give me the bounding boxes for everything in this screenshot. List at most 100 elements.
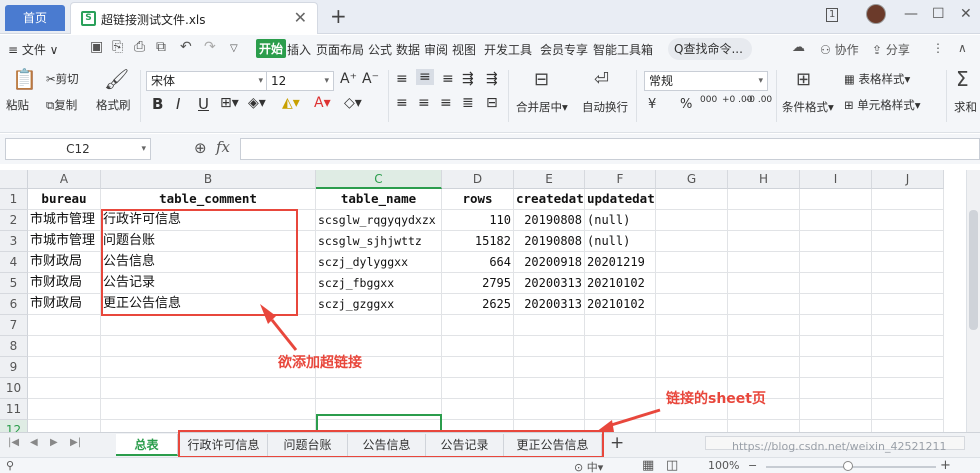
last-sheet-icon[interactable]: ▶| xyxy=(70,437,81,448)
merge-center-button[interactable]: 合并居中▾ xyxy=(516,99,568,115)
grid-cell[interactable] xyxy=(728,231,800,252)
grid-cell[interactable] xyxy=(800,189,872,210)
zoom-slider-thumb[interactable] xyxy=(843,461,853,471)
italic-button[interactable]: I xyxy=(176,95,180,113)
zoom-formula-icon[interactable]: ⊕ xyxy=(194,139,207,157)
grid-cell[interactable] xyxy=(585,399,656,420)
grid-cell[interactable] xyxy=(316,378,442,399)
data-cell[interactable]: 110 xyxy=(442,210,514,231)
data-cell[interactable]: 664 xyxy=(442,252,514,273)
grid-cell[interactable] xyxy=(28,357,101,378)
page-indicator[interactable]: 1 xyxy=(826,8,839,22)
export-pdf-icon[interactable]: ⎘ xyxy=(112,39,123,55)
row-header-2[interactable]: 2 xyxy=(0,210,28,231)
grid-cell[interactable] xyxy=(800,420,872,432)
grid-cell[interactable] xyxy=(728,420,800,432)
copy-button[interactable]: ⧉复制 xyxy=(46,97,77,113)
data-cell[interactable]: (null) xyxy=(585,231,656,252)
menu-formula[interactable]: 公式 xyxy=(368,41,392,58)
grid-cell[interactable] xyxy=(872,378,944,399)
column-header-h[interactable]: H xyxy=(728,170,800,189)
underline-button[interactable]: U xyxy=(198,95,209,113)
first-sheet-icon[interactable]: |◀ xyxy=(8,437,19,448)
grid-cell[interactable] xyxy=(101,399,316,420)
grid-cell[interactable] xyxy=(28,315,101,336)
grid-cell[interactable] xyxy=(728,315,800,336)
grid-cell[interactable] xyxy=(442,336,514,357)
cloud-sync-icon[interactable]: ☁ xyxy=(792,40,805,55)
menu-developer[interactable]: 开发工具 xyxy=(484,41,532,58)
grid-cell[interactable] xyxy=(800,399,872,420)
grid-cell[interactable] xyxy=(728,357,800,378)
grid-cell[interactable] xyxy=(585,357,656,378)
cut-button[interactable]: ✂剪切 xyxy=(46,71,79,87)
formula-input[interactable] xyxy=(240,138,980,160)
header-cell[interactable]: table_comment xyxy=(101,189,316,210)
sum-icon[interactable]: Σ xyxy=(956,67,969,91)
font-name-select[interactable]: 宋体 ▾ xyxy=(146,71,268,91)
decrease-decimal-button[interactable]: -0 .00 xyxy=(746,95,772,105)
grid-cell[interactable] xyxy=(872,294,944,315)
grid-cell[interactable] xyxy=(514,315,585,336)
grid-cell[interactable] xyxy=(872,357,944,378)
data-cell[interactable]: 20200918 xyxy=(514,252,585,273)
grid-cell[interactable] xyxy=(800,336,872,357)
column-header-i[interactable]: I xyxy=(800,170,872,189)
data-cell[interactable]: 20200313 xyxy=(514,273,585,294)
grid-cell[interactable] xyxy=(101,315,316,336)
grid-cell[interactable] xyxy=(514,399,585,420)
grid-cell[interactable] xyxy=(872,420,944,432)
grid-cell[interactable] xyxy=(872,315,944,336)
menu-smart-toolbox[interactable]: 智能工具箱 xyxy=(593,41,653,58)
data-cell[interactable]: sczj_dylyggxx xyxy=(316,252,442,273)
row-header-10[interactable]: 10 xyxy=(0,378,28,399)
menu-start[interactable]: 开始 xyxy=(256,39,287,58)
grid-cell[interactable] xyxy=(728,273,800,294)
grid-cell[interactable] xyxy=(442,399,514,420)
next-sheet-icon[interactable]: ▶ xyxy=(50,437,58,448)
thousands-button[interactable]: 000 xyxy=(700,95,717,105)
font-color-icon[interactable]: A▾ xyxy=(314,95,331,111)
align-top-icon[interactable]: ≡ xyxy=(396,71,408,87)
grid-cell[interactable] xyxy=(656,252,728,273)
grid-cell[interactable] xyxy=(442,357,514,378)
align-center-icon[interactable]: ≡ xyxy=(418,95,430,111)
wrap-text-button[interactable]: 自动换行 xyxy=(582,99,628,115)
grid-cell[interactable] xyxy=(872,189,944,210)
indent-icon[interactable]: ⇶ xyxy=(462,71,474,87)
maximize-button[interactable]: ☐ xyxy=(932,6,945,22)
more-menu-icon[interactable]: ⋮ xyxy=(932,41,944,55)
header-cell[interactable]: table_name xyxy=(316,189,442,210)
grid-cell[interactable] xyxy=(656,357,728,378)
grid-cell[interactable] xyxy=(28,399,101,420)
grid-cell[interactable] xyxy=(872,336,944,357)
menu-data[interactable]: 数据 xyxy=(396,41,420,58)
menu-insert[interactable]: 插入 xyxy=(287,41,311,58)
grid-cell[interactable] xyxy=(28,378,101,399)
currency-button[interactable]: ¥ xyxy=(648,97,656,112)
grid-cell[interactable] xyxy=(800,273,872,294)
data-cell[interactable]: sczj_fbggxx xyxy=(316,273,442,294)
column-header-c[interactable]: C xyxy=(316,170,442,189)
data-cell[interactable]: 20200313 xyxy=(514,294,585,315)
paste-button[interactable]: 粘贴 xyxy=(6,97,29,113)
column-header-j[interactable]: J xyxy=(872,170,944,189)
cell-style-button[interactable]: ⊞ 单元格样式▾ xyxy=(844,97,921,113)
row-header-3[interactable]: 3 xyxy=(0,231,28,252)
name-box[interactable]: C12 ▾ xyxy=(5,138,151,160)
grid-cell[interactable] xyxy=(800,378,872,399)
data-cell[interactable]: 2625 xyxy=(442,294,514,315)
grid-cell[interactable] xyxy=(800,252,872,273)
table-style-button[interactable]: ▦ 表格样式▾ xyxy=(844,71,910,87)
border-icon[interactable]: ⊞▾ xyxy=(220,95,239,111)
percent-button[interactable]: % xyxy=(680,97,692,112)
header-cell[interactable]: rows xyxy=(442,189,514,210)
grid-cell[interactable] xyxy=(728,210,800,231)
redo-icon[interactable]: ↷ xyxy=(204,39,216,55)
row-header-5[interactable]: 5 xyxy=(0,273,28,294)
data-cell[interactable]: scsglw_rqgyqydxzx xyxy=(316,210,442,231)
grid-cell[interactable] xyxy=(656,294,728,315)
grid-cell[interactable] xyxy=(656,210,728,231)
row-header-7[interactable]: 7 xyxy=(0,315,28,336)
grid-cell[interactable] xyxy=(514,336,585,357)
